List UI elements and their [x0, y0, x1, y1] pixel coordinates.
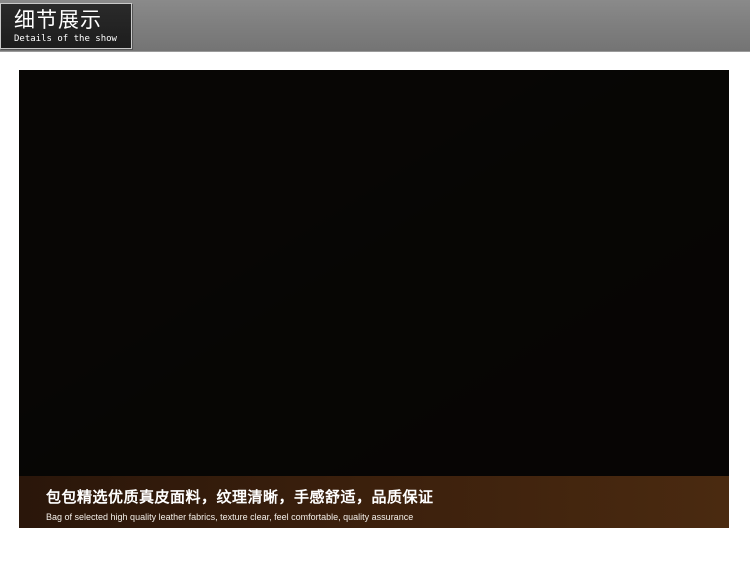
section-title-chinese: 细节展示 [14, 8, 102, 32]
section-title-english: Details of the show [14, 34, 117, 44]
leather-texture-photo [19, 70, 729, 528]
caption-chinese-text: 包包精选优质真皮面料，纹理清晰，手感舒适，品质保证 [46, 488, 434, 506]
caption-strip: 包包精选优质真皮面料，纹理清晰，手感舒适，品质保证 Bag of selecte… [19, 476, 729, 528]
leather-grain-image [19, 70, 729, 528]
section-title-box: 细节展示 Details of the show [0, 3, 132, 49]
section-header-bar: 细节展示 Details of the show [0, 0, 750, 52]
caption-english-text: Bag of selected high quality leather fab… [46, 512, 414, 522]
product-detail-page: 细节展示 Details of the show 包包精选优质真皮面料，纹理清晰… [0, 0, 750, 562]
